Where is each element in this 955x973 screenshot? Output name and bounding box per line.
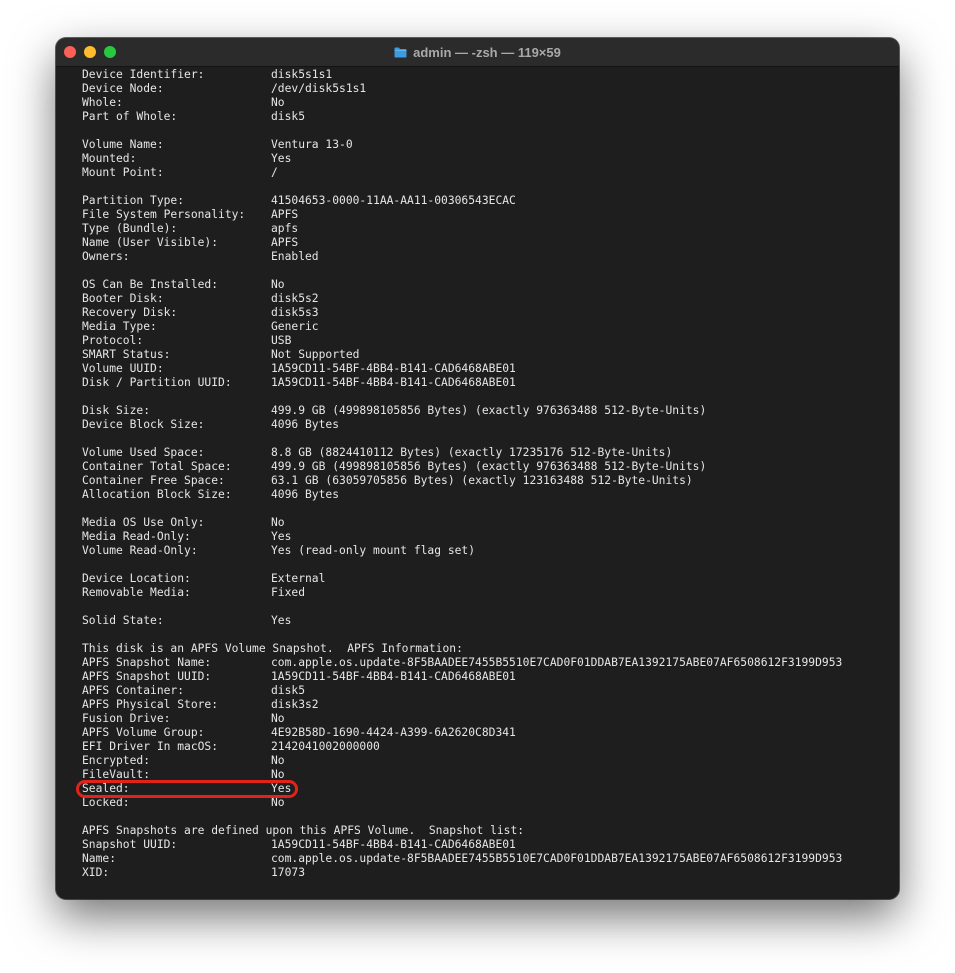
field-label: OS Can Be Installed:	[82, 278, 219, 291]
field-value: Not Supported	[271, 348, 360, 361]
field-value: No	[271, 278, 285, 291]
field-label: APFS Physical Store:	[82, 698, 219, 711]
field-label: Solid State:	[82, 614, 164, 627]
field-label: Volume Used Space:	[82, 446, 205, 459]
field-label: Disk / Partition UUID:	[82, 376, 232, 389]
field-value: Yes (read-only mount flag set)	[271, 544, 476, 557]
field-value: No	[271, 712, 285, 725]
field-label: APFS Volume Group:	[82, 726, 205, 739]
field-value: disk3s2	[271, 698, 319, 711]
field-label: Mount Point:	[82, 166, 164, 179]
field-value: disk5s3	[271, 306, 319, 319]
folder-icon	[394, 47, 407, 57]
field-value: 41504653-0000-11AA-AA11-00306543ECAC	[271, 194, 516, 207]
field-label: Media OS Use Only:	[82, 516, 205, 529]
window-title: admin — -zsh — 119×59	[413, 44, 561, 60]
field-label: Container Total Space:	[82, 460, 232, 473]
field-label: Volume UUID:	[82, 362, 164, 375]
field-label: Mounted:	[82, 152, 137, 165]
field-value: 4096 Bytes	[271, 418, 340, 431]
field-label: File System Personality:	[82, 208, 246, 221]
field-label: Whole:	[82, 96, 123, 109]
field-label: Owners:	[82, 250, 130, 263]
field-label: Device Identifier:	[82, 68, 205, 81]
window-title-area: admin — -zsh — 119×59	[56, 38, 899, 66]
field-label: Name:	[82, 852, 117, 865]
field-label: Media Type:	[82, 320, 157, 333]
field-value: 499.9 GB (499898105856 Bytes) (exactly 9…	[271, 460, 707, 473]
field-value: USB	[271, 334, 292, 347]
terminal-text: This disk is an APFS Volume Snapshot. AP…	[82, 642, 463, 655]
field-label: Booter Disk:	[82, 292, 164, 305]
field-value: disk5s1s1	[271, 68, 333, 81]
field-value: disk5	[271, 684, 306, 697]
field-label: Type (Bundle):	[82, 222, 178, 235]
field-value: Yes	[271, 152, 292, 165]
field-label: Locked:	[82, 796, 130, 809]
field-value: 1A59CD11-54BF-4BB4-B141-CAD6468ABE01	[271, 376, 516, 389]
field-label: Volume Read-Only:	[82, 544, 198, 557]
field-value: 8.8 GB (8824410112 Bytes) (exactly 17235…	[271, 446, 673, 459]
field-label: APFS Snapshot Name:	[82, 656, 212, 669]
field-value: com.apple.os.update-8F5BAADEE7455B5510E7…	[271, 852, 843, 865]
field-label: Encrypted:	[82, 754, 151, 767]
field-label: Disk Size:	[82, 404, 151, 417]
field-value: 499.9 GB (499898105856 Bytes) (exactly 9…	[271, 404, 707, 417]
field-label: Removable Media:	[82, 586, 191, 599]
field-label: Volume Name:	[82, 138, 164, 151]
field-label: SMART Status:	[82, 348, 171, 361]
field-label: Device Block Size:	[82, 418, 205, 431]
field-label: Partition Type:	[82, 194, 185, 207]
field-value: /dev/disk5s1s1	[271, 82, 367, 95]
field-value: 17073	[271, 866, 306, 879]
field-value: No	[271, 796, 285, 809]
sealed-highlight-annotation	[76, 780, 298, 798]
field-label: EFI Driver In macOS:	[82, 740, 219, 753]
field-label: Allocation Block Size:	[82, 488, 232, 501]
terminal-text: APFS Snapshots are defined upon this APF…	[82, 824, 525, 837]
field-value: disk5s2	[271, 292, 319, 305]
field-value: 1A59CD11-54BF-4BB4-B141-CAD6468ABE01	[271, 670, 516, 683]
field-label: XID:	[82, 866, 110, 879]
terminal-output[interactable]: Device Identifier: disk5s1s1 Device Node: /…	[82, 66, 892, 896]
field-value: Generic	[271, 320, 319, 333]
field-value: No	[271, 96, 285, 109]
field-value: 4E92B58D-1690-4424-A399-6A2620C8D341	[271, 726, 516, 739]
field-value: /	[271, 166, 278, 179]
field-value: APFS	[271, 236, 299, 249]
field-value: disk5	[271, 110, 306, 123]
field-label: Device Node:	[82, 82, 164, 95]
field-label: APFS Snapshot UUID:	[82, 670, 212, 683]
field-value: APFS	[271, 208, 299, 221]
field-value: 1A59CD11-54BF-4BB4-B141-CAD6468ABE01	[271, 362, 516, 375]
field-label: Device Location:	[82, 572, 191, 585]
field-label: Snapshot UUID:	[82, 838, 178, 851]
field-label: Container Free Space:	[82, 474, 225, 487]
field-value: Yes	[271, 530, 292, 543]
field-label: Fusion Drive:	[82, 712, 171, 725]
field-label: Part of Whole:	[82, 110, 178, 123]
field-value: External	[271, 572, 326, 585]
field-value: com.apple.os.update-8F5BAADEE7455B5510E7…	[271, 656, 843, 669]
field-label: APFS Container:	[82, 684, 185, 697]
field-value: 1A59CD11-54BF-4BB4-B141-CAD6468ABE01	[271, 838, 516, 851]
field-value: Yes	[271, 614, 292, 627]
field-value: 2142041002000000	[271, 740, 380, 753]
field-label: Media Read-Only:	[82, 530, 191, 543]
terminal-window: admin — -zsh — 119×59 Device Identifier:…	[56, 38, 899, 899]
title-bar[interactable]: admin — -zsh — 119×59	[56, 38, 899, 67]
field-value: Ventura 13-0	[271, 138, 353, 151]
field-value: No	[271, 754, 285, 767]
field-label: Name (User Visible):	[82, 236, 219, 249]
field-label: Protocol:	[82, 334, 144, 347]
field-value: Fixed	[271, 586, 306, 599]
field-value: 63.1 GB (63059705856 Bytes) (exactly 123…	[271, 474, 693, 487]
field-value: No	[271, 516, 285, 529]
field-label: Recovery Disk:	[82, 306, 178, 319]
field-value: Enabled	[271, 250, 319, 263]
field-value: apfs	[271, 222, 299, 235]
field-value: 4096 Bytes	[271, 488, 340, 501]
